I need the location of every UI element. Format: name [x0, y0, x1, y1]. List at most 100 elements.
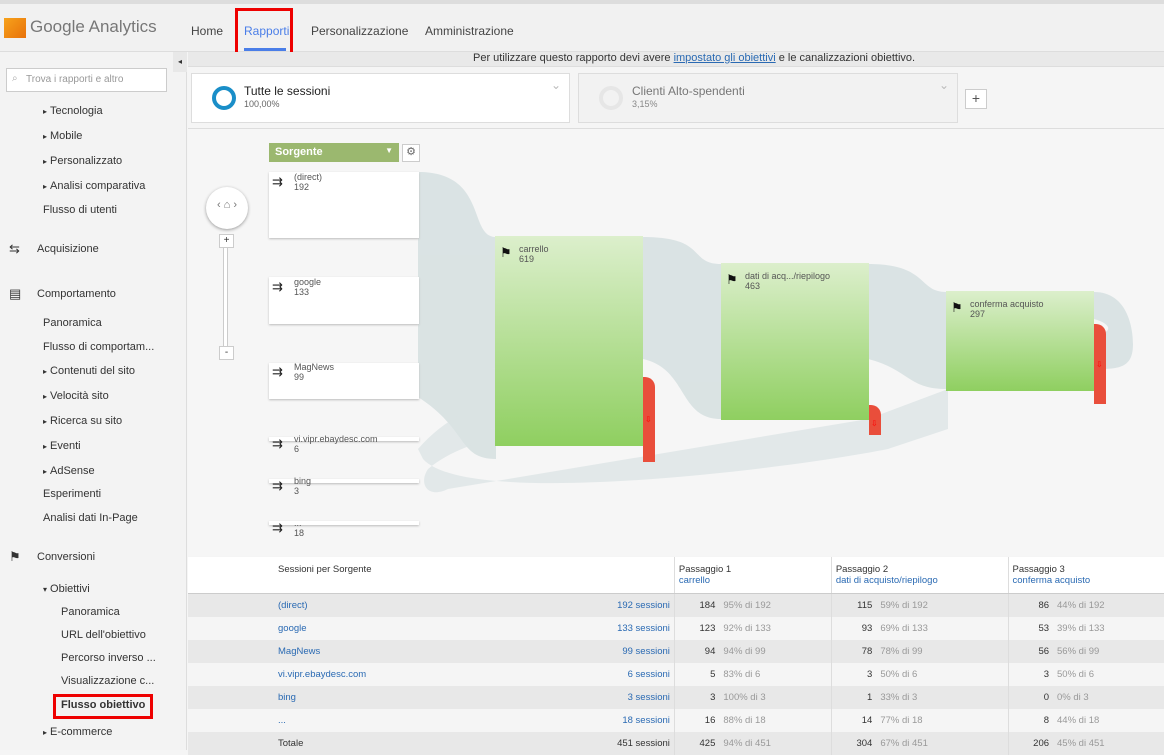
source-link[interactable]: ...	[188, 709, 552, 732]
goal-step-node[interactable]: ⚑ conferma acquisto 297	[946, 291, 1094, 391]
sidebar-item[interactable]: Visualizzazione c...	[61, 675, 154, 687]
segment-pct: 3,15%	[632, 99, 658, 109]
source-node[interactable]: ⇉ vi.vipr.ebaydesc.com 6	[272, 434, 378, 454]
step-percent: 69% di 133	[876, 616, 1009, 640]
pan-home-control[interactable]: ‹ ⌂ ›	[206, 187, 248, 229]
sidebar-item[interactable]: ▸ Analisi comparativa	[43, 180, 145, 192]
sidebar-item[interactable]: Flusso di comportam...	[43, 341, 154, 353]
source-link[interactable]: google	[188, 617, 552, 640]
notice-bar: Per utilizzare questo rapporto devi aver…	[188, 52, 1164, 67]
sidebar-item[interactable]: ▸ Personalizzato	[43, 155, 122, 167]
exit-dropoff-bar[interactable]: ⇩	[869, 405, 881, 435]
chevron-down-icon[interactable]: ⌄	[939, 78, 949, 92]
segment-all-sessions[interactable]: Tutte le sessioni 100,00% ⌄	[191, 73, 570, 123]
exit-dropoff-bar[interactable]: ⇩	[643, 377, 655, 462]
expand-arrow-icon: ▸	[43, 467, 48, 476]
sidebar-item[interactable]: ▾ Obiettivi	[43, 583, 90, 595]
sidebar-item-label: Acquisizione	[37, 243, 99, 255]
sessions-link[interactable]: 192 sessioni	[551, 593, 675, 617]
sidebar-item[interactable]: ▸ Eventi	[43, 440, 81, 452]
sidebar-item[interactable]: Esperimenti	[43, 488, 101, 500]
goal-step-node[interactable]: ⚑ carrello 619	[495, 236, 643, 446]
source-link[interactable]: MagNews	[188, 639, 552, 663]
step-percent: 44% di 18	[1057, 714, 1100, 726]
search-input[interactable]: Trova i rapporti e altro ⌕	[6, 68, 167, 92]
step-count: 3	[1043, 668, 1050, 680]
sidebar-item-label: URL dell'obiettivo	[61, 629, 146, 641]
goal-step-node[interactable]: ⚑ dati di acq.../riepilogo 463	[721, 263, 869, 420]
sidebar-item-label: Flusso di comportam...	[43, 341, 155, 353]
step-count: 94	[674, 639, 720, 663]
segment-donut-icon	[212, 86, 236, 110]
nav-personalizzazione[interactable]: Personalizzazione	[311, 24, 408, 38]
source-node[interactable]: ⇉... 18	[272, 518, 304, 538]
source-value: 18	[294, 528, 305, 538]
sessions-link[interactable]: 133 sessioni	[551, 616, 675, 640]
step-count: 184	[674, 593, 720, 617]
sidebar-item-label: Tecnologia	[50, 105, 103, 117]
source-node[interactable]: ⇉ MagNews 99	[272, 362, 334, 382]
segment-name: Tutte le sessioni	[244, 84, 331, 98]
app-title: Google Analytics	[30, 17, 157, 36]
source-name: (direct)	[294, 172, 323, 182]
source-node[interactable]: ⇉ google 133	[272, 277, 321, 297]
highlight-box	[53, 694, 153, 719]
sidebar-item[interactable]: Panoramica	[43, 317, 102, 329]
sidebar-item[interactable]: URL dell'obiettivo	[61, 629, 146, 641]
segment-high-spenders[interactable]: Clienti Alto-spendenti 3,15% ⌄	[578, 73, 958, 123]
sidebar-item[interactable]: ▸ E-commerce	[43, 726, 112, 738]
sessions-link[interactable]: 6 sessioni	[551, 662, 675, 686]
source-link[interactable]: (direct)	[188, 593, 552, 617]
header-step-3: Passaggio 3 conferma acquisto	[1008, 557, 1164, 594]
sidebar-item[interactable]: ▸ Tecnologia	[43, 105, 103, 117]
sidebar-item[interactable]: Analisi dati In-Page	[43, 512, 138, 524]
setup-goals-link[interactable]: impostato gli obiettivi	[674, 52, 776, 64]
step-percent: 0% di 3	[1053, 685, 1164, 709]
gear-icon[interactable]: ⚙	[402, 144, 420, 162]
source-link[interactable]: vi.vipr.ebaydesc.com	[188, 663, 552, 686]
sidebar-item-label: Percorso inverso ...	[61, 652, 156, 664]
sidebar-item[interactable]: ▸ AdSense	[43, 465, 95, 477]
nav-home[interactable]: Home	[191, 24, 223, 38]
sessions-link[interactable]: 99 sessioni	[551, 639, 675, 663]
step-percent: 78% di 99	[876, 639, 1009, 663]
caret-down-icon: ▼	[385, 146, 393, 155]
sidebar-item-label: Mobile	[50, 130, 83, 142]
source-node[interactable]: ⇉ bing 3	[272, 476, 311, 496]
source-node[interactable]: ⇉ (direct) 192	[272, 172, 322, 192]
sidebar-item[interactable]: Percorso inverso ...	[61, 652, 156, 664]
expand-arrow-icon: ▾	[43, 585, 48, 594]
chevron-down-icon[interactable]: ⌄	[551, 78, 561, 92]
step-value: 619	[519, 254, 535, 264]
flow-link	[868, 264, 946, 389]
collapse-sidebar-button[interactable]: ◂	[173, 52, 187, 72]
sidebar-item[interactable]: ⇆ Acquisizione	[9, 241, 99, 256]
sessions-link[interactable]: 18 sessioni	[551, 708, 675, 732]
step-count: 115	[831, 593, 877, 617]
add-segment-button[interactable]: +	[965, 89, 987, 109]
sidebar-item[interactable]: Panoramica	[61, 606, 120, 618]
step-count: 53	[1038, 622, 1050, 634]
sidebar-item[interactable]: ▸ Ricerca su sito	[43, 415, 122, 427]
sidebar-item-label: E-commerce	[50, 726, 113, 738]
sidebar-item-label: Panoramica	[61, 606, 120, 618]
table-row: google 133 sessioni 123 92% di 133 93 69% di …	[188, 616, 1164, 640]
sidebar-item[interactable]: Flusso di utenti	[43, 204, 117, 216]
section-icon: ⚑	[9, 549, 21, 564]
exit-dropoff-bar[interactable]: ⇩	[1094, 324, 1106, 404]
source-name: google	[294, 277, 322, 287]
zoom-in-button[interactable]: +	[219, 234, 234, 248]
sidebar-item[interactable]: ⚑ Conversioni	[9, 549, 95, 564]
exit-arrow-icon: ⇩	[1096, 360, 1103, 369]
zoom-slider[interactable]	[223, 239, 228, 349]
sidebar-item[interactable]: ▸ Velocità sito	[43, 390, 109, 402]
sidebar-item[interactable]: ▸ Contenuti del sito	[43, 365, 135, 377]
nav-amministrazione[interactable]: Amministrazione	[425, 24, 514, 38]
source-link[interactable]: bing	[188, 685, 552, 709]
dimension-dropdown[interactable]: Sorgente ▼	[269, 143, 399, 162]
sidebar-item[interactable]: ▤ Comportamento	[9, 286, 116, 301]
sidebar-item[interactable]: ▸ Mobile	[43, 130, 82, 142]
sessions-link[interactable]: 3 sessioni	[551, 685, 675, 709]
zoom-out-button[interactable]: -	[219, 346, 234, 360]
expand-arrow-icon: ▸	[43, 182, 48, 191]
